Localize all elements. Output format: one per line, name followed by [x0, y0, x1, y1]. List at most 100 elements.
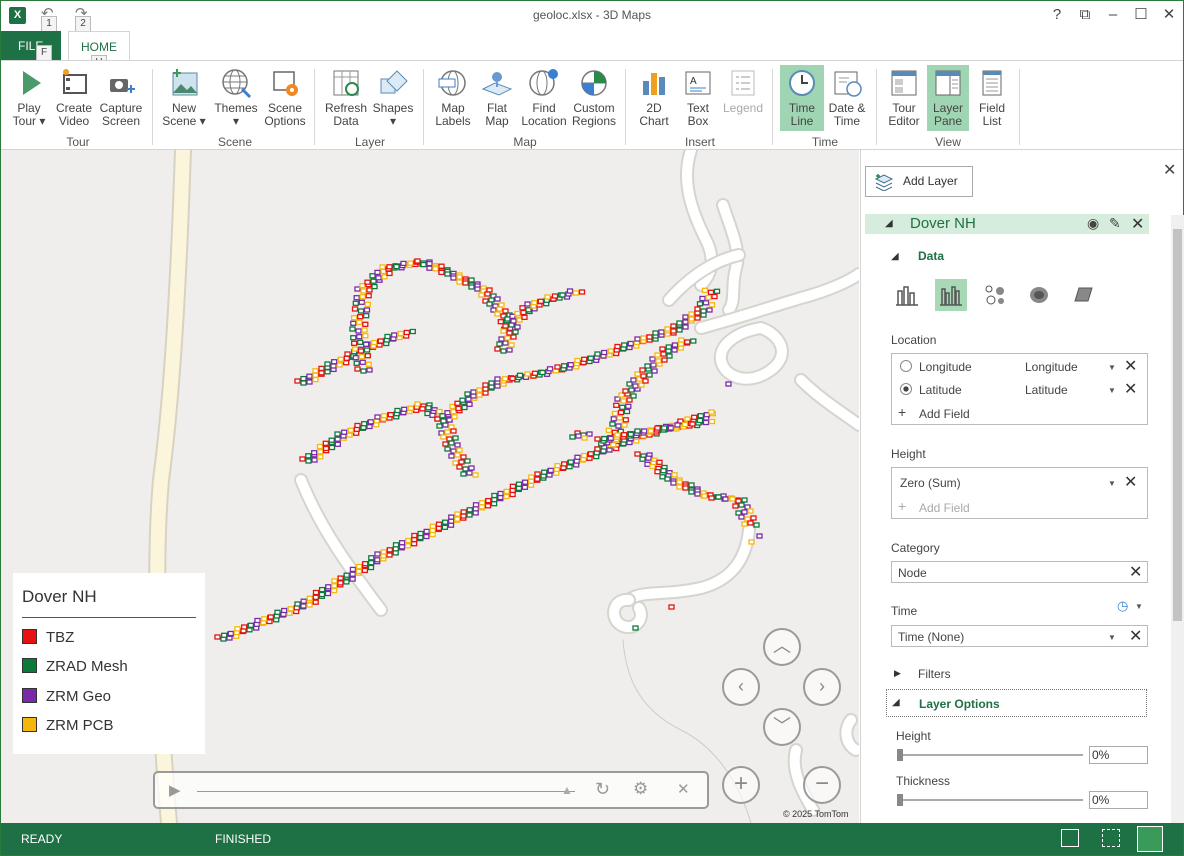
- legend[interactable]: Dover NH TBZ ZRAD Mesh ZRM Geo ZRM PCB: [13, 573, 205, 754]
- data-point: [364, 301, 371, 307]
- rotate-right-button[interactable]: ›: [803, 668, 841, 706]
- play-tour-button[interactable]: Play Tour ▾: [9, 65, 49, 131]
- thickness-percent-input[interactable]: 0%: [1089, 791, 1148, 809]
- chevron-down-icon[interactable]: ▼: [1135, 602, 1143, 611]
- data-section-header[interactable]: Data: [918, 249, 944, 263]
- chevron-down-icon[interactable]: ▼: [1108, 633, 1116, 642]
- close-pane-icon[interactable]: ✕: [1163, 160, 1176, 180]
- add-field-link[interactable]: Add Field: [919, 407, 970, 421]
- scene-options-button[interactable]: Scene Options: [263, 65, 307, 131]
- full-screen-icon[interactable]: [1137, 826, 1163, 852]
- height-percent-input[interactable]: 0%: [1089, 746, 1148, 764]
- time-line-button[interactable]: Time Line: [780, 65, 824, 131]
- data-point: [392, 550, 399, 556]
- time-field[interactable]: Time (None): [898, 630, 964, 644]
- longitude-field[interactable]: Longitude: [919, 360, 972, 374]
- refresh-data-button[interactable]: Refresh Data: [323, 65, 369, 131]
- chevron-down-icon[interactable]: ▼: [1108, 363, 1116, 372]
- chevron-down-icon[interactable]: ▼: [1108, 479, 1116, 488]
- themes-button[interactable]: Themes ▾: [211, 65, 261, 131]
- restore-ribbon-icon[interactable]: ⧉: [1075, 5, 1095, 25]
- clock-icon[interactable]: ◷: [1117, 598, 1128, 614]
- repeat-icon[interactable]: ↻: [595, 779, 610, 800]
- region-icon[interactable]: [1067, 279, 1099, 311]
- remove-category-icon[interactable]: ✕: [1129, 562, 1142, 582]
- tour-editor-button[interactable]: Tour Editor: [884, 65, 924, 131]
- clustered-column-icon[interactable]: [935, 279, 967, 311]
- eye-icon[interactable]: ◉: [1087, 215, 1099, 232]
- add-layer-button[interactable]: Add Layer: [865, 166, 973, 197]
- create-video-button[interactable]: Create Video: [53, 65, 95, 131]
- collapse-icon[interactable]: ◢: [891, 251, 899, 262]
- fit-icon[interactable]: [1102, 829, 1120, 847]
- longitude-type[interactable]: Longitude: [1025, 360, 1078, 374]
- flat-map-button[interactable]: Flat Map: [477, 65, 517, 131]
- remove-time-icon[interactable]: ✕: [1129, 626, 1142, 646]
- category-field[interactable]: Node: [898, 566, 927, 580]
- data-point: [363, 347, 371, 353]
- bubble-icon[interactable]: [979, 279, 1011, 311]
- date-time-button[interactable]: Date & Time: [826, 65, 868, 131]
- settings-icon[interactable]: ⚙: [633, 779, 648, 799]
- 2d-chart-button[interactable]: 2D Chart: [633, 65, 675, 131]
- pencil-icon[interactable]: ✎: [1109, 215, 1121, 232]
- latitude-field[interactable]: Latitude: [919, 383, 962, 397]
- stacked-column-icon[interactable]: [891, 279, 923, 311]
- layer-pane-button[interactable]: Layer Pane: [927, 65, 969, 131]
- collapse-icon[interactable]: ◢: [892, 697, 900, 708]
- close-icon[interactable]: ✕: [677, 780, 690, 798]
- tab-file[interactable]: FILE: [1, 31, 61, 61]
- delete-layer-icon[interactable]: ✕: [1131, 214, 1144, 234]
- minimize-button[interactable]: –: [1103, 5, 1123, 25]
- map-labels-button[interactable]: Map Labels: [431, 65, 475, 131]
- screenshot-icon[interactable]: [1061, 829, 1079, 847]
- rotate-left-button[interactable]: ‹: [722, 668, 760, 706]
- chevron-down-icon[interactable]: ▼: [1108, 386, 1116, 395]
- capture-screen-button[interactable]: Capture Screen: [97, 65, 145, 131]
- remove-height-icon[interactable]: ✕: [1124, 472, 1137, 492]
- data-point: [658, 329, 665, 335]
- filters-header[interactable]: Filters: [918, 667, 951, 681]
- time-slider-thumb[interactable]: ▲: [561, 783, 573, 797]
- data-point: [363, 313, 370, 319]
- close-button[interactable]: ✕: [1159, 5, 1179, 25]
- pane-scrollbar-thumb[interactable]: [1173, 229, 1182, 621]
- custom-regions-button[interactable]: Custom Regions: [571, 65, 617, 131]
- layer-options-header[interactable]: ◢ Layer Options: [886, 689, 1147, 717]
- tilt-up-button[interactable]: ︿: [763, 628, 801, 666]
- data-point: [667, 425, 674, 431]
- play-icon[interactable]: ▶: [169, 781, 181, 799]
- longitude-radio[interactable]: [900, 360, 912, 372]
- collapse-icon[interactable]: ◢: [885, 218, 893, 229]
- tilt-down-button[interactable]: ﹀: [763, 708, 801, 746]
- layer-header[interactable]: ◢ Dover NH ◉ ✎ ✕: [865, 214, 1149, 234]
- find-location-button[interactable]: Find Location: [519, 65, 569, 131]
- thickness-slider-thumb[interactable]: [897, 794, 903, 806]
- add-field-link[interactable]: Add Field: [919, 501, 970, 515]
- field-list-button[interactable]: Field List: [972, 65, 1012, 131]
- legend-button[interactable]: Legend: [721, 65, 765, 131]
- map-view[interactable]: Dover NH TBZ ZRAD Mesh ZRM Geo ZRM PCB ︿…: [1, 150, 859, 823]
- text-box-button[interactable]: A Text Box: [679, 65, 717, 131]
- data-point: [504, 335, 511, 341]
- time-slider-track[interactable]: [197, 791, 575, 792]
- shapes-button[interactable]: Shapes ▾: [371, 65, 415, 131]
- height-field[interactable]: Zero (Sum): [900, 476, 961, 490]
- zoom-in-button[interactable]: +: [722, 766, 760, 804]
- maximize-button[interactable]: ☐: [1131, 5, 1151, 25]
- height-slider[interactable]: [897, 754, 1083, 756]
- expand-icon[interactable]: ▶: [894, 668, 901, 679]
- latitude-type[interactable]: Latitude: [1025, 383, 1068, 397]
- remove-longitude-icon[interactable]: ✕: [1124, 356, 1137, 376]
- height-slider-thumb[interactable]: [897, 749, 903, 761]
- layer-name[interactable]: Dover NH: [910, 215, 976, 232]
- heat-map-icon[interactable]: [1023, 279, 1055, 311]
- pane-scrollbar[interactable]: [1171, 215, 1184, 823]
- new-scene-button[interactable]: New Scene ▾: [161, 65, 207, 131]
- zoom-out-button[interactable]: −: [803, 766, 841, 804]
- latitude-radio[interactable]: [900, 383, 912, 395]
- help-icon[interactable]: ?: [1047, 5, 1067, 25]
- thickness-slider[interactable]: [897, 799, 1083, 801]
- remove-latitude-icon[interactable]: ✕: [1124, 379, 1137, 399]
- data-point: [707, 289, 715, 295]
